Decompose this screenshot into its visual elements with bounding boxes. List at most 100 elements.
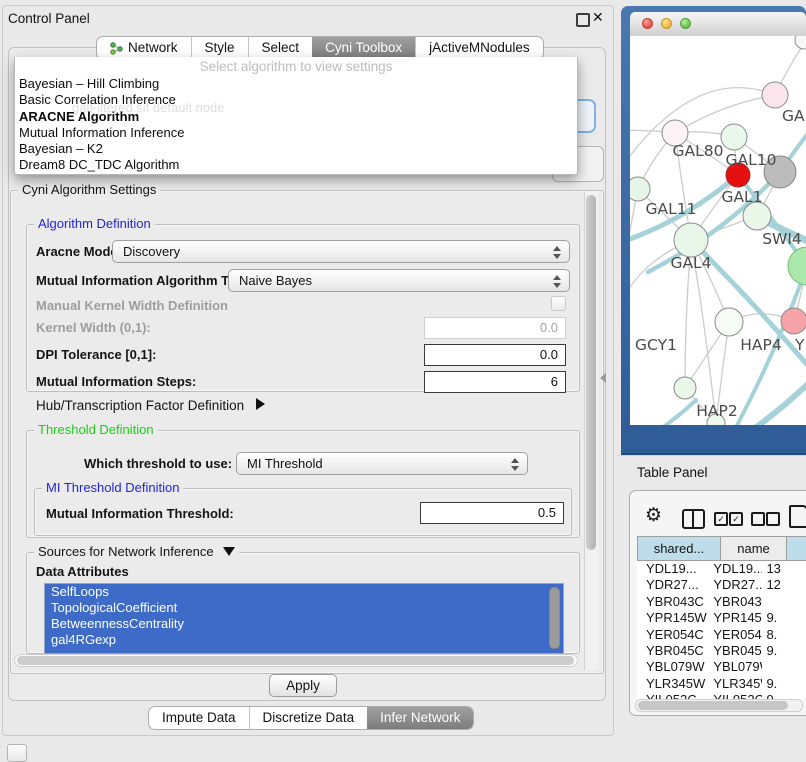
tab-label: Network bbox=[128, 37, 178, 59]
which-threshold-select[interactable]: MI Threshold bbox=[236, 452, 528, 475]
attribute-betweennesscentrality[interactable]: BetweennessCentrality bbox=[45, 616, 563, 632]
tab-label: Impute Data bbox=[162, 707, 236, 729]
network-node[interactable] bbox=[788, 247, 806, 285]
column-header-extra[interactable] bbox=[787, 536, 806, 561]
attribute-list-scrollbar[interactable] bbox=[549, 587, 560, 649]
tab-network[interactable]: Network bbox=[97, 37, 191, 59]
table-row[interactable]: YPR145WYPR145W9. bbox=[637, 610, 806, 626]
network-node[interactable] bbox=[674, 377, 696, 399]
network-canvas[interactable]: GALGAL80GAL10GAL1GAL11SWI4GAL4GCY1HAP4YH… bbox=[630, 36, 806, 425]
data-attributes-label: Data Attributes bbox=[36, 564, 129, 579]
data-attributes-list[interactable]: SelfLoopsTopologicalCoefficientBetweenne… bbox=[44, 583, 564, 654]
table-cell bbox=[762, 659, 806, 675]
minimize-traffic-light[interactable] bbox=[661, 18, 672, 29]
manual-kernel-label: Manual Kernel Width Definition bbox=[36, 298, 228, 313]
node-label-swi4: SWI4 bbox=[762, 230, 802, 248]
tab-cyni-toolbox[interactable]: Cyni Toolbox bbox=[312, 37, 415, 59]
mi-steps-label: Mutual Information Steps: bbox=[36, 374, 196, 389]
split-columns-icon[interactable] bbox=[682, 509, 705, 529]
hub-definition-expander[interactable]: Hub/Transcription Factor Definition bbox=[36, 398, 265, 413]
column-header-name[interactable]: name bbox=[721, 536, 787, 561]
node-label-gcy1: GCY1 bbox=[635, 336, 677, 354]
column-header-shared-[interactable]: shared... bbox=[637, 536, 721, 561]
mi-type-select[interactable]: Naive Bayes bbox=[228, 269, 570, 292]
mi-threshold-field[interactable]: 0.5 bbox=[420, 502, 564, 524]
deselect-all-checkbox-icon[interactable] bbox=[766, 512, 780, 526]
tab-style[interactable]: Style bbox=[191, 37, 248, 59]
algorithm-option-dream8-dc-tdc-algorithm[interactable]: Dream8 DC_TDC Algorithm bbox=[15, 157, 577, 173]
collapsed-panel-icon[interactable] bbox=[7, 744, 27, 762]
table-cell: YER054C bbox=[707, 627, 762, 643]
table-row[interactable]: YBR045CYBR045C9. bbox=[637, 643, 806, 659]
table-cell: YBL079W bbox=[707, 659, 762, 675]
gear-icon[interactable]: ⚙ bbox=[645, 504, 662, 527]
table-row[interactable]: YER054CYER054C8. bbox=[637, 627, 806, 643]
close-icon[interactable]: ✕ bbox=[592, 9, 604, 26]
network-node[interactable] bbox=[781, 308, 806, 334]
mi-threshold-group-title: MI Threshold Definition bbox=[42, 481, 183, 495]
attribute-topologicalcoefficient[interactable]: TopologicalCoefficient bbox=[45, 600, 563, 616]
settings-scrollbar-thumb[interactable] bbox=[586, 195, 596, 550]
mi-type-label: Mutual Information Algorithm Type: bbox=[36, 273, 255, 288]
network-node[interactable] bbox=[795, 36, 806, 49]
network-node[interactable] bbox=[715, 308, 743, 336]
stepper-arrows-icon bbox=[553, 275, 561, 288]
tab-label: Style bbox=[205, 37, 235, 59]
table-cell: 9 bbox=[762, 692, 806, 699]
attribute-selfloops[interactable]: SelfLoops bbox=[45, 584, 563, 600]
network-node[interactable] bbox=[743, 202, 771, 230]
tab-impute-data[interactable]: Impute Data bbox=[149, 707, 249, 729]
network-node[interactable] bbox=[674, 223, 708, 257]
manual-kernel-checkbox bbox=[551, 296, 566, 311]
tab-infer-network[interactable]: Infer Network bbox=[367, 707, 473, 729]
table-cell: YBR043C bbox=[637, 594, 707, 610]
settings-hscrollbar-thumb[interactable] bbox=[17, 656, 574, 665]
node-label-gal11: GAL11 bbox=[646, 200, 697, 218]
kernel-width-label: Kernel Width (0,1): bbox=[36, 320, 151, 335]
select-all-checkbox-icon[interactable]: ✓ bbox=[729, 512, 743, 526]
table-cell: YDL19... bbox=[707, 561, 762, 577]
zoom-traffic-light[interactable] bbox=[680, 18, 691, 29]
float-window-icon[interactable] bbox=[576, 13, 590, 27]
mi-steps-field[interactable]: 6 bbox=[424, 371, 566, 393]
table-row[interactable]: YDL19...YDL19...13 bbox=[637, 561, 806, 577]
network-node[interactable] bbox=[630, 177, 650, 201]
collapse-arrow-icon[interactable] bbox=[223, 547, 235, 556]
table-row[interactable]: YLR345WYLR345W9. bbox=[637, 676, 806, 692]
network-window-titlebar[interactable] bbox=[630, 12, 806, 37]
algorithm-option-mutual-information-inference[interactable]: Mutual Information Inference bbox=[15, 125, 577, 141]
node-label-gal: GAL bbox=[782, 107, 806, 125]
split-divider-arrow-icon[interactable] bbox=[600, 373, 606, 383]
network-node[interactable] bbox=[762, 82, 788, 108]
tab-label: jActiveMNodules bbox=[429, 37, 530, 59]
close-traffic-light[interactable] bbox=[642, 18, 653, 29]
expand-arrow-icon[interactable] bbox=[256, 398, 265, 410]
table-row[interactable]: YIL052CYIL052C9 bbox=[637, 692, 806, 699]
table-header: shared...name bbox=[637, 536, 806, 561]
apply-button[interactable]: Apply bbox=[269, 674, 337, 697]
algorithm-option-bayesian-k2[interactable]: Bayesian – K2 bbox=[15, 141, 577, 157]
attribute-gal4rgexp[interactable]: gal4RGexp bbox=[45, 632, 563, 648]
deselect-all-checkbox-icon[interactable] bbox=[751, 512, 765, 526]
table-cell: 9. bbox=[762, 676, 806, 692]
network-node[interactable] bbox=[721, 124, 747, 150]
cyni-bottom-tabbar: Impute Data Discretize DataInfer Network bbox=[148, 706, 474, 730]
dpi-tolerance-field[interactable]: 0.0 bbox=[424, 344, 566, 366]
table-row[interactable]: YDR27...YDR27...12 bbox=[637, 577, 806, 593]
algorithm-option-bayesian-hill-climbing[interactable]: Bayesian – Hill Climbing bbox=[15, 76, 577, 92]
node-label-hap4: HAP4 bbox=[740, 336, 781, 354]
tab-jactivemnodules[interactable]: jActiveMNodules bbox=[415, 37, 543, 59]
node-label-gal4: GAL4 bbox=[670, 254, 711, 272]
tab-discretize-data[interactable]: Discretize Data bbox=[249, 707, 368, 729]
document-icon[interactable] bbox=[789, 505, 806, 528]
table-row[interactable]: YBR043CYBR043C bbox=[637, 594, 806, 610]
tab-select[interactable]: Select bbox=[248, 37, 313, 59]
sources-group-title[interactable]: Sources for Network Inference bbox=[34, 545, 239, 559]
dropdown-item-list: Bayesian – Hill ClimbingBasic Correlatio… bbox=[15, 76, 577, 174]
select-all-checkbox-icon[interactable]: ✓ bbox=[714, 512, 728, 526]
mi-threshold-label: Mutual Information Threshold: bbox=[46, 506, 234, 521]
tab-label: Cyni Toolbox bbox=[325, 37, 402, 59]
table-row[interactable]: YBL079WYBL079W bbox=[637, 659, 806, 675]
table-hscrollbar-thumb[interactable] bbox=[638, 701, 788, 710]
aracne-mode-select[interactable]: Discovery bbox=[112, 240, 570, 263]
